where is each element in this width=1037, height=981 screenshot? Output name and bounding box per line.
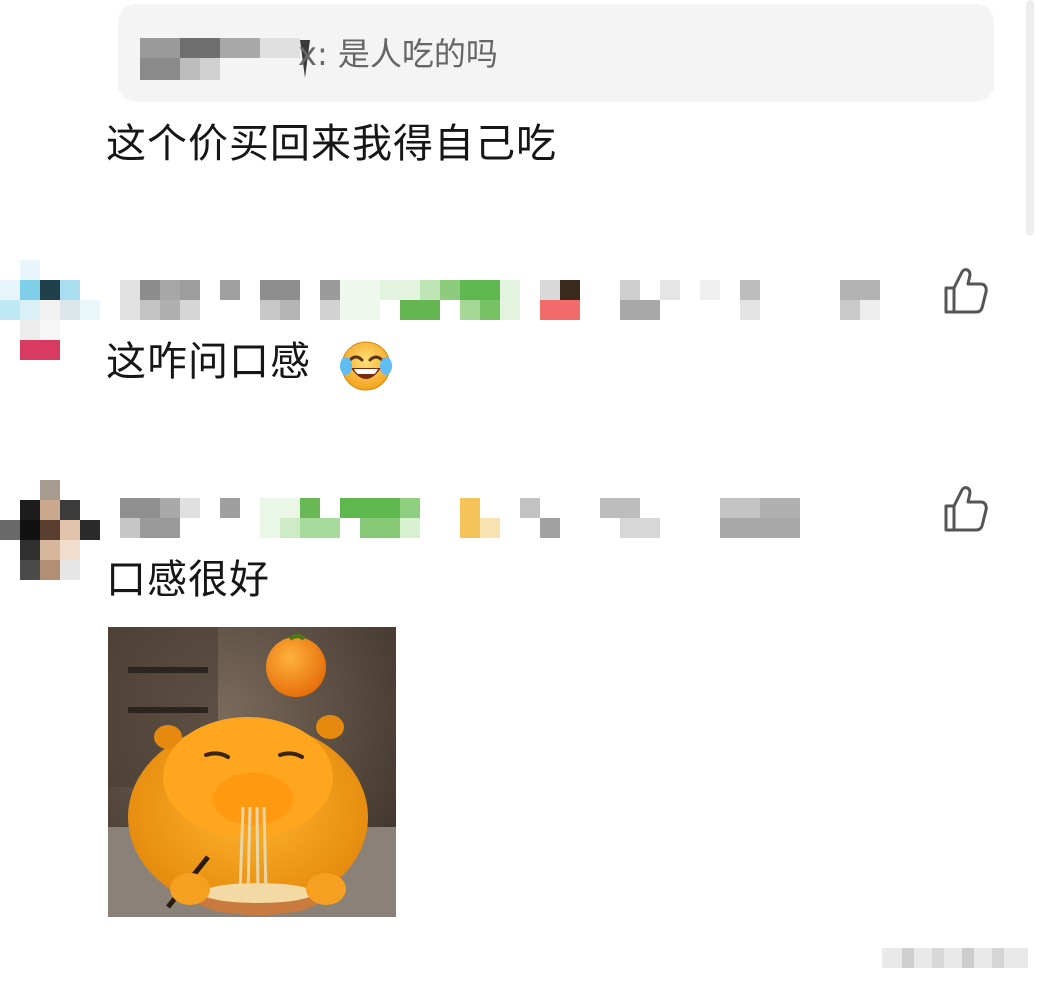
thumbs-up-icon[interactable]: [942, 484, 988, 534]
capybara-sticker-illustration: [108, 627, 396, 917]
face-with-tears-of-joy-icon: [340, 341, 392, 391]
sticker-image[interactable]: [108, 627, 396, 917]
comment-text: 口感很好: [106, 557, 270, 603]
avatar[interactable]: [0, 260, 100, 360]
thumbs-up-icon[interactable]: [942, 266, 988, 316]
comment-text: 这个价买回来我得自己吃: [106, 121, 557, 167]
avatar[interactable]: [0, 480, 100, 580]
scrollbar[interactable]: [1026, 0, 1034, 236]
username-mosaic[interactable]: [120, 280, 890, 322]
username-mosaic[interactable]: [120, 498, 810, 540]
comment-text: 这咋问口感: [106, 339, 311, 385]
watermark-mosaic: [882, 948, 1028, 968]
quoted-reply-text: x: 是人吃的吗: [298, 35, 498, 73]
quoted-username-mosaic: [140, 38, 310, 80]
